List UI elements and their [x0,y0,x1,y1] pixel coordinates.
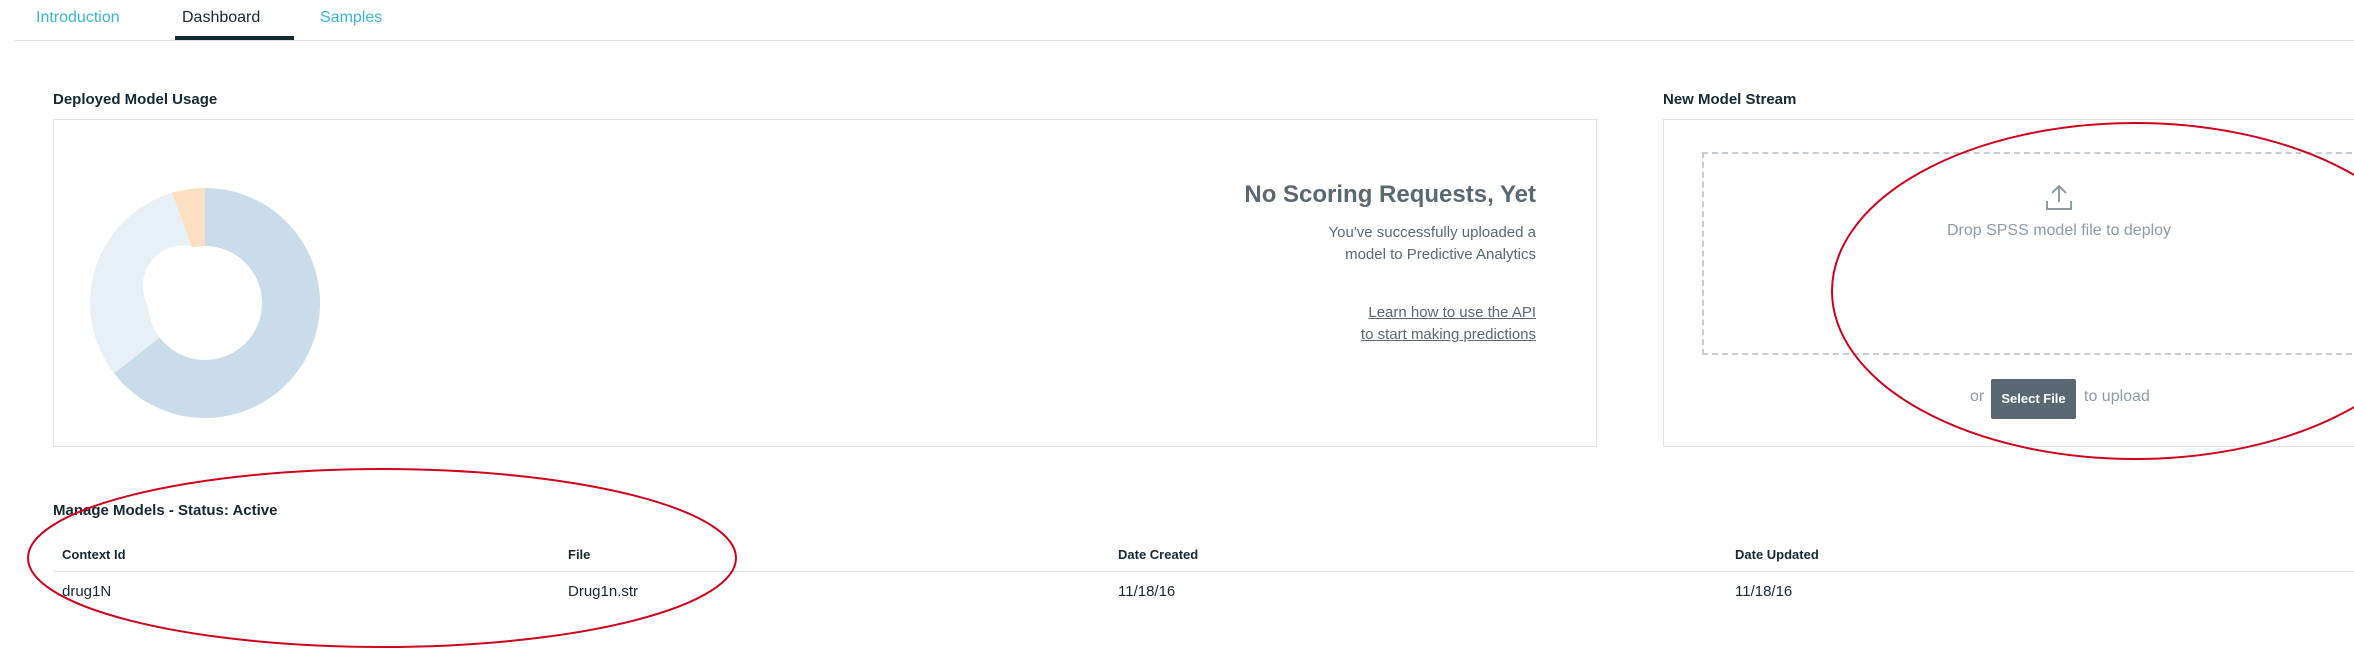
upload-icon [2046,184,2072,210]
to-upload-label: to upload [2084,388,2150,405]
drop-instruction: Drop SPSS model file to deploy [1946,222,2172,239]
usage-donut-chart [90,188,320,418]
donut-hole [148,246,262,360]
column-header-context-id: Context Id [62,547,126,562]
cell-date-created: 11/18/16 [1118,583,1176,600]
column-header-date-created: Date Created [1118,547,1199,562]
stream-section-title: New Model Stream [1663,91,1797,108]
cell-file: Drug1n.str [568,583,639,600]
annotation-ellipse-models [27,468,737,648]
usage-section-title: Deployed Model Usage [53,91,218,108]
cell-date-updated: 11/18/16 [1735,583,1793,600]
empty-state-line-1: You've successfully uploaded a [1328,224,1536,241]
api-link-line-1[interactable]: Learn how to use the API [1276,302,1536,324]
or-label: or [1970,388,1985,405]
models-section-title: Manage Models - Status: Active [53,502,278,519]
empty-state-message: You've successfully uploaded a model to … [1276,222,1536,266]
column-header-file: File [568,547,591,562]
tab-dashboard[interactable]: Dashboard [182,0,260,40]
api-docs-link[interactable]: Learn how to use the API to start making… [1276,302,1536,346]
cell-context-id[interactable]: drug1N [62,583,111,600]
tab-introduction[interactable]: Introduction [36,0,120,40]
tab-samples[interactable]: Samples [320,0,382,40]
api-link-line-2[interactable]: to start making predictions [1276,324,1536,346]
empty-state-line-2: model to Predictive Analytics [1345,246,1536,263]
file-drop-zone[interactable] [1702,152,2354,355]
tab-bar: Introduction Dashboard Samples [15,0,2354,41]
table-header-divider [53,571,2354,572]
select-file-button[interactable]: Select File [1991,379,2076,419]
empty-state-title: No Scoring Requests, Yet [1244,181,1536,208]
column-header-date-updated: Date Updated [1735,547,1819,562]
active-tab-indicator [175,36,294,40]
